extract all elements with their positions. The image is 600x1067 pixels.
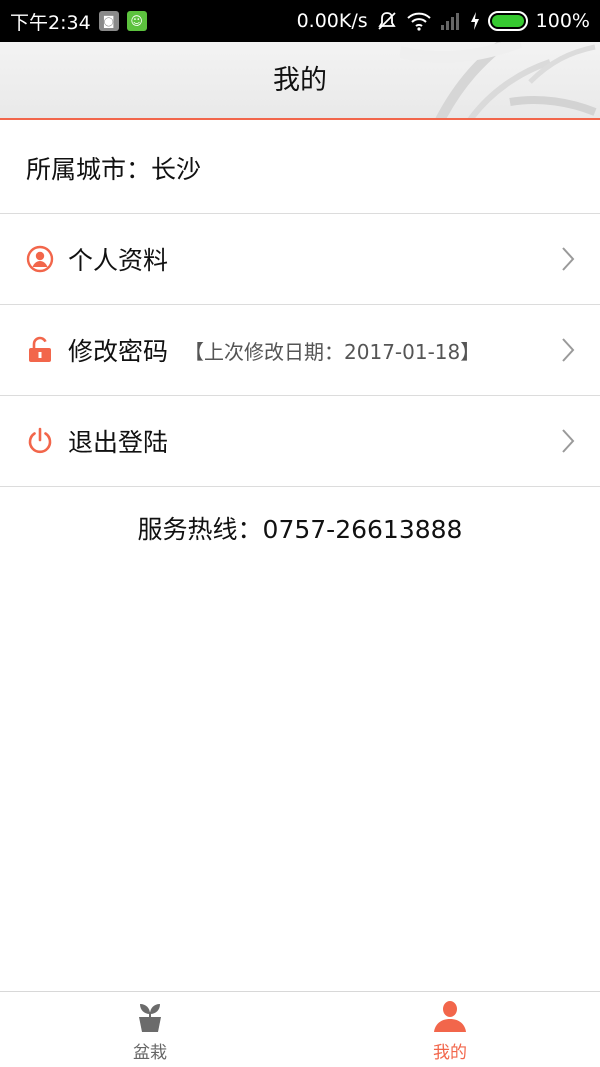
tab-bonsai[interactable]: 盆栽	[0, 992, 300, 1067]
unlock-icon	[26, 336, 54, 364]
person-icon	[434, 1000, 466, 1032]
mute-icon	[376, 10, 398, 32]
battery-fill	[491, 15, 524, 27]
status-bar: 下午2:34 ◙ ☺ 0.00K/s 100%	[0, 0, 600, 42]
logout-row[interactable]: 退出登陆	[0, 396, 600, 487]
app-icon-green: ☺	[126, 11, 147, 31]
service-hotline: 服务热线：0757-26613888	[137, 515, 463, 544]
bottom-tab-bar: 盆栽 我的	[0, 991, 600, 1067]
status-time: 下午2:34	[10, 11, 91, 34]
tab-mine-label: 我的	[433, 1042, 467, 1063]
battery-percent: 100%	[535, 10, 590, 32]
profile-row[interactable]: 个人资料	[0, 214, 600, 305]
tab-bonsai-label: 盆栽	[133, 1042, 167, 1063]
change-password-label: 修改密码	[68, 337, 169, 366]
plant-pot-icon	[139, 1003, 161, 1032]
chevron-right-icon	[562, 338, 575, 362]
last-change-date: 【上次修改日期：2017-01-18】	[184, 339, 481, 364]
net-speed: 0.00K/s	[296, 10, 368, 32]
logout-label: 退出登陆	[68, 428, 169, 457]
signal-icon	[440, 11, 462, 31]
power-icon	[26, 427, 54, 455]
city-label: 所属城市：长沙	[26, 154, 202, 184]
status-left: 下午2:34 ◙ ☺	[10, 8, 147, 35]
battery-icon	[487, 11, 528, 31]
page-title: 我的	[273, 65, 327, 96]
chevron-right-icon	[562, 247, 575, 271]
change-password-row[interactable]: 修改密码 【上次修改日期：2017-01-18】	[0, 305, 600, 396]
app-icon-gray: ◙	[98, 11, 119, 31]
city-row: 所属城市：长沙	[0, 122, 600, 214]
charging-icon	[470, 11, 480, 31]
page-header: 我的	[0, 42, 600, 120]
profile-label: 个人资料	[68, 246, 169, 275]
wifi-icon	[406, 11, 432, 31]
tab-mine[interactable]: 我的	[300, 992, 600, 1067]
chevron-right-icon	[562, 429, 575, 453]
user-circle-icon	[26, 245, 54, 273]
status-right: 0.00K/s 100%	[297, 10, 590, 32]
